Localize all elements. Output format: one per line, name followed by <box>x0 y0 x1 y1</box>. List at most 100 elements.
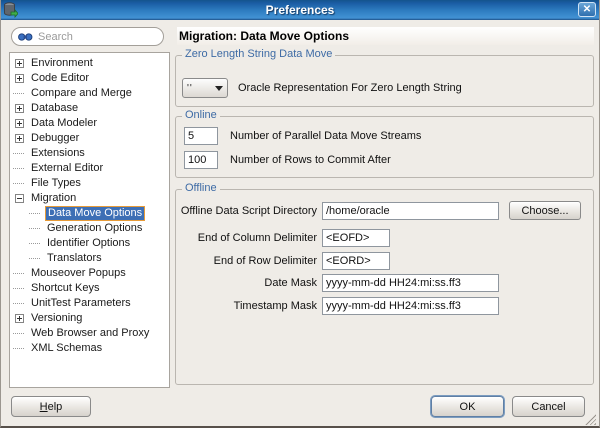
field-label: End of Row Delimiter <box>213 255 317 267</box>
tree-connector <box>13 179 24 188</box>
tree-connector <box>13 89 24 98</box>
group-title: Zero Length String Data Move <box>182 48 336 60</box>
tree-item-translators[interactable]: Translators <box>10 251 169 266</box>
tree-item-versioning[interactable]: Versioning <box>10 311 169 326</box>
field-label: End of Column Delimiter <box>197 232 317 244</box>
group-zero-length-string: Zero Length String Data Move '' Oracle R… <box>175 48 594 107</box>
tree-item-label: Migration <box>31 192 77 204</box>
expand-icon[interactable] <box>15 59 24 68</box>
tree-item-identifier-options[interactable]: Identifier Options <box>10 236 169 251</box>
tree-connector <box>29 209 40 218</box>
tree-item-external-editor[interactable]: External Editor <box>10 161 169 176</box>
tree-item-label: Identifier Options <box>47 237 131 249</box>
group-offline: Offline Offline Data Script Directory Ch… <box>175 182 594 385</box>
tree-connector <box>13 344 24 353</box>
timestamp-mask-input[interactable] <box>322 297 499 315</box>
tree-item-label-selected: Data Move Options <box>45 206 146 221</box>
tree-item-generation-options[interactable]: Generation Options <box>10 221 169 236</box>
tree-item-label: Web Browser and Proxy <box>31 327 150 339</box>
parallel-streams-input[interactable] <box>184 127 218 145</box>
tree-item-label: UnitTest Parameters <box>31 297 131 309</box>
tree-item-mouseover-popups[interactable]: Mouseover Popups <box>10 266 169 281</box>
tree-item-label: File Types <box>31 177 81 189</box>
tree-connector <box>29 224 40 233</box>
tree-item-label: Compare and Merge <box>31 87 132 99</box>
field-label: Timestamp Mask <box>233 300 317 312</box>
expand-icon[interactable] <box>15 104 24 113</box>
commit-rows-input[interactable] <box>184 151 218 169</box>
tree-item-label: External Editor <box>31 162 104 174</box>
offline-script-directory-input[interactable] <box>322 201 499 220</box>
tree-item-environment[interactable]: Environment <box>10 56 169 71</box>
group-title: Online <box>182 109 220 121</box>
expand-icon[interactable] <box>15 314 24 323</box>
tree-item-label: Mouseover Popups <box>31 267 126 279</box>
tree-item-label: XML Schemas <box>31 342 103 354</box>
zero-length-representation-select[interactable]: '' <box>182 78 228 98</box>
choose-button[interactable]: Choose... <box>509 201 581 220</box>
database-export-icon <box>4 2 18 18</box>
tree-item-migration[interactable]: Migration <box>10 191 169 206</box>
field-label: Number of Parallel Data Move Streams <box>230 130 422 142</box>
tree-item-label: Shortcut Keys <box>31 282 100 294</box>
collapse-icon[interactable] <box>15 194 24 203</box>
window-title: Preferences <box>265 3 335 17</box>
tree-item-unittest-parameters[interactable]: UnitTest Parameters <box>10 296 169 311</box>
tree-item-web-browser-and-proxy[interactable]: Web Browser and Proxy <box>10 326 169 341</box>
tree-item-label: Environment <box>31 57 93 69</box>
tree-item-label: Debugger <box>31 132 80 144</box>
group-online: Online Number of Parallel Data Move Stre… <box>175 109 594 178</box>
field-label: Offline Data Script Directory <box>180 204 317 217</box>
tree-item-label: Data Modeler <box>31 117 98 129</box>
expand-icon[interactable] <box>15 74 24 83</box>
combo-selected-value: '' <box>187 82 193 94</box>
help-button[interactable]: Help <box>11 396 91 417</box>
search-box <box>11 27 164 46</box>
tree-connector <box>13 299 24 308</box>
tree-item-database[interactable]: Database <box>10 101 169 116</box>
tree-item-label: Extensions <box>31 147 85 159</box>
tree-connector <box>13 284 24 293</box>
field-label: Date Mask <box>264 277 317 289</box>
tree-item-label: Code Editor <box>31 72 90 84</box>
tree-item-compare-and-merge[interactable]: Compare and Merge <box>10 86 169 101</box>
tree-item-extensions[interactable]: Extensions <box>10 146 169 161</box>
tree-connector <box>13 149 24 158</box>
end-of-column-delimiter-input[interactable] <box>322 229 390 247</box>
tree-connector <box>13 329 24 338</box>
tree-item-data-move-options[interactable]: Data Move Options <box>10 206 169 221</box>
tree-connector <box>29 254 40 263</box>
resize-grip[interactable] <box>585 414 596 425</box>
preferences-tree: Environment Code Editor Compare and Merg… <box>9 52 170 388</box>
tree-item-xml-schemas[interactable]: XML Schemas <box>10 341 169 356</box>
tree-item-code-editor[interactable]: Code Editor <box>10 71 169 86</box>
tree-item-label: Database <box>31 102 79 114</box>
tree-item-debugger[interactable]: Debugger <box>10 131 169 146</box>
tree-item-label: Versioning <box>31 312 83 324</box>
tree-item-shortcut-keys[interactable]: Shortcut Keys <box>10 281 169 296</box>
titlebar[interactable]: Preferences <box>1 0 599 20</box>
binoculars-icon <box>18 32 33 41</box>
preferences-dialog: Preferences Environment Code Editor Comp… <box>0 0 600 428</box>
search-input[interactable] <box>38 30 148 43</box>
tree-item-data-modeler[interactable]: Data Modeler <box>10 116 169 131</box>
tree-item-label: Translators <box>47 252 102 264</box>
page-title: Migration: Data Move Options <box>177 27 594 45</box>
close-button[interactable] <box>578 2 596 17</box>
date-mask-input[interactable] <box>322 274 499 292</box>
tree-item-file-types[interactable]: File Types <box>10 176 169 191</box>
cancel-button[interactable]: Cancel <box>512 396 585 417</box>
tree-connector <box>13 269 24 278</box>
tree-item-label: Generation Options <box>47 222 143 234</box>
combo-label: Oracle Representation For Zero Length St… <box>238 82 462 94</box>
tree-connector <box>13 164 24 173</box>
field-label: Number of Rows to Commit After <box>230 154 391 166</box>
expand-icon[interactable] <box>15 134 24 143</box>
triangle-down-icon <box>215 85 223 91</box>
expand-icon[interactable] <box>15 119 24 128</box>
tree-connector <box>29 239 40 248</box>
group-title: Offline <box>182 182 220 194</box>
end-of-row-delimiter-input[interactable] <box>322 252 390 270</box>
close-icon <box>583 4 591 15</box>
ok-button[interactable]: OK <box>431 396 504 417</box>
